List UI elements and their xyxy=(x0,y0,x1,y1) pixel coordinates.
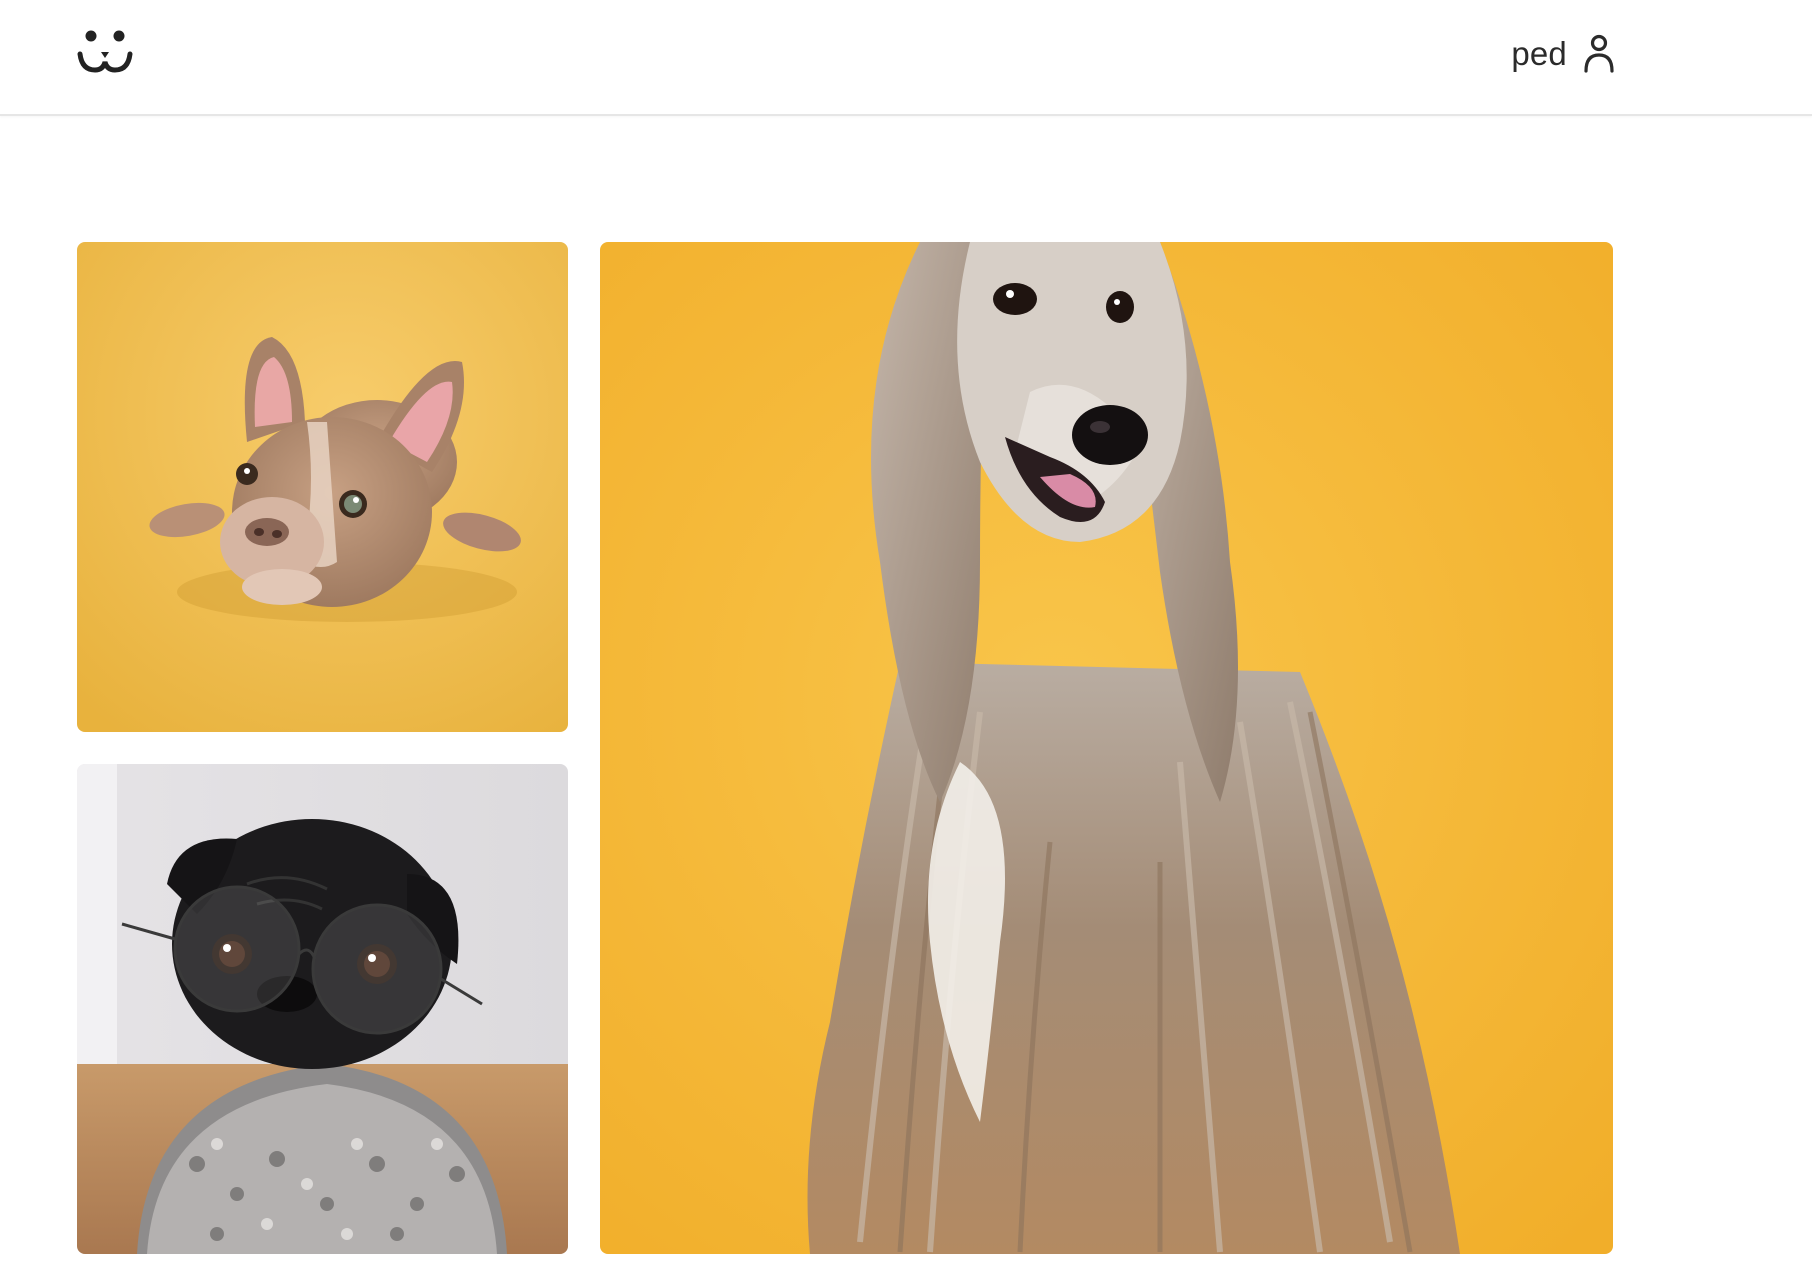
pug-image xyxy=(77,764,568,1254)
afghan-hound-image xyxy=(600,242,1613,1254)
photo-afghan-hound[interactable] xyxy=(600,242,1613,1254)
photo-french-bulldog[interactable] xyxy=(77,242,568,732)
top-nav-bar: ped xyxy=(0,0,1812,116)
user-icon xyxy=(1583,34,1615,74)
username-label: ped xyxy=(1511,35,1567,72)
french-bulldog-image xyxy=(77,242,568,732)
smiling-pet-face-icon[interactable] xyxy=(77,30,133,76)
photo-pug-with-glasses[interactable] xyxy=(77,764,568,1254)
page: ped xyxy=(0,0,1812,1276)
user-menu[interactable]: ped xyxy=(1511,32,1615,76)
